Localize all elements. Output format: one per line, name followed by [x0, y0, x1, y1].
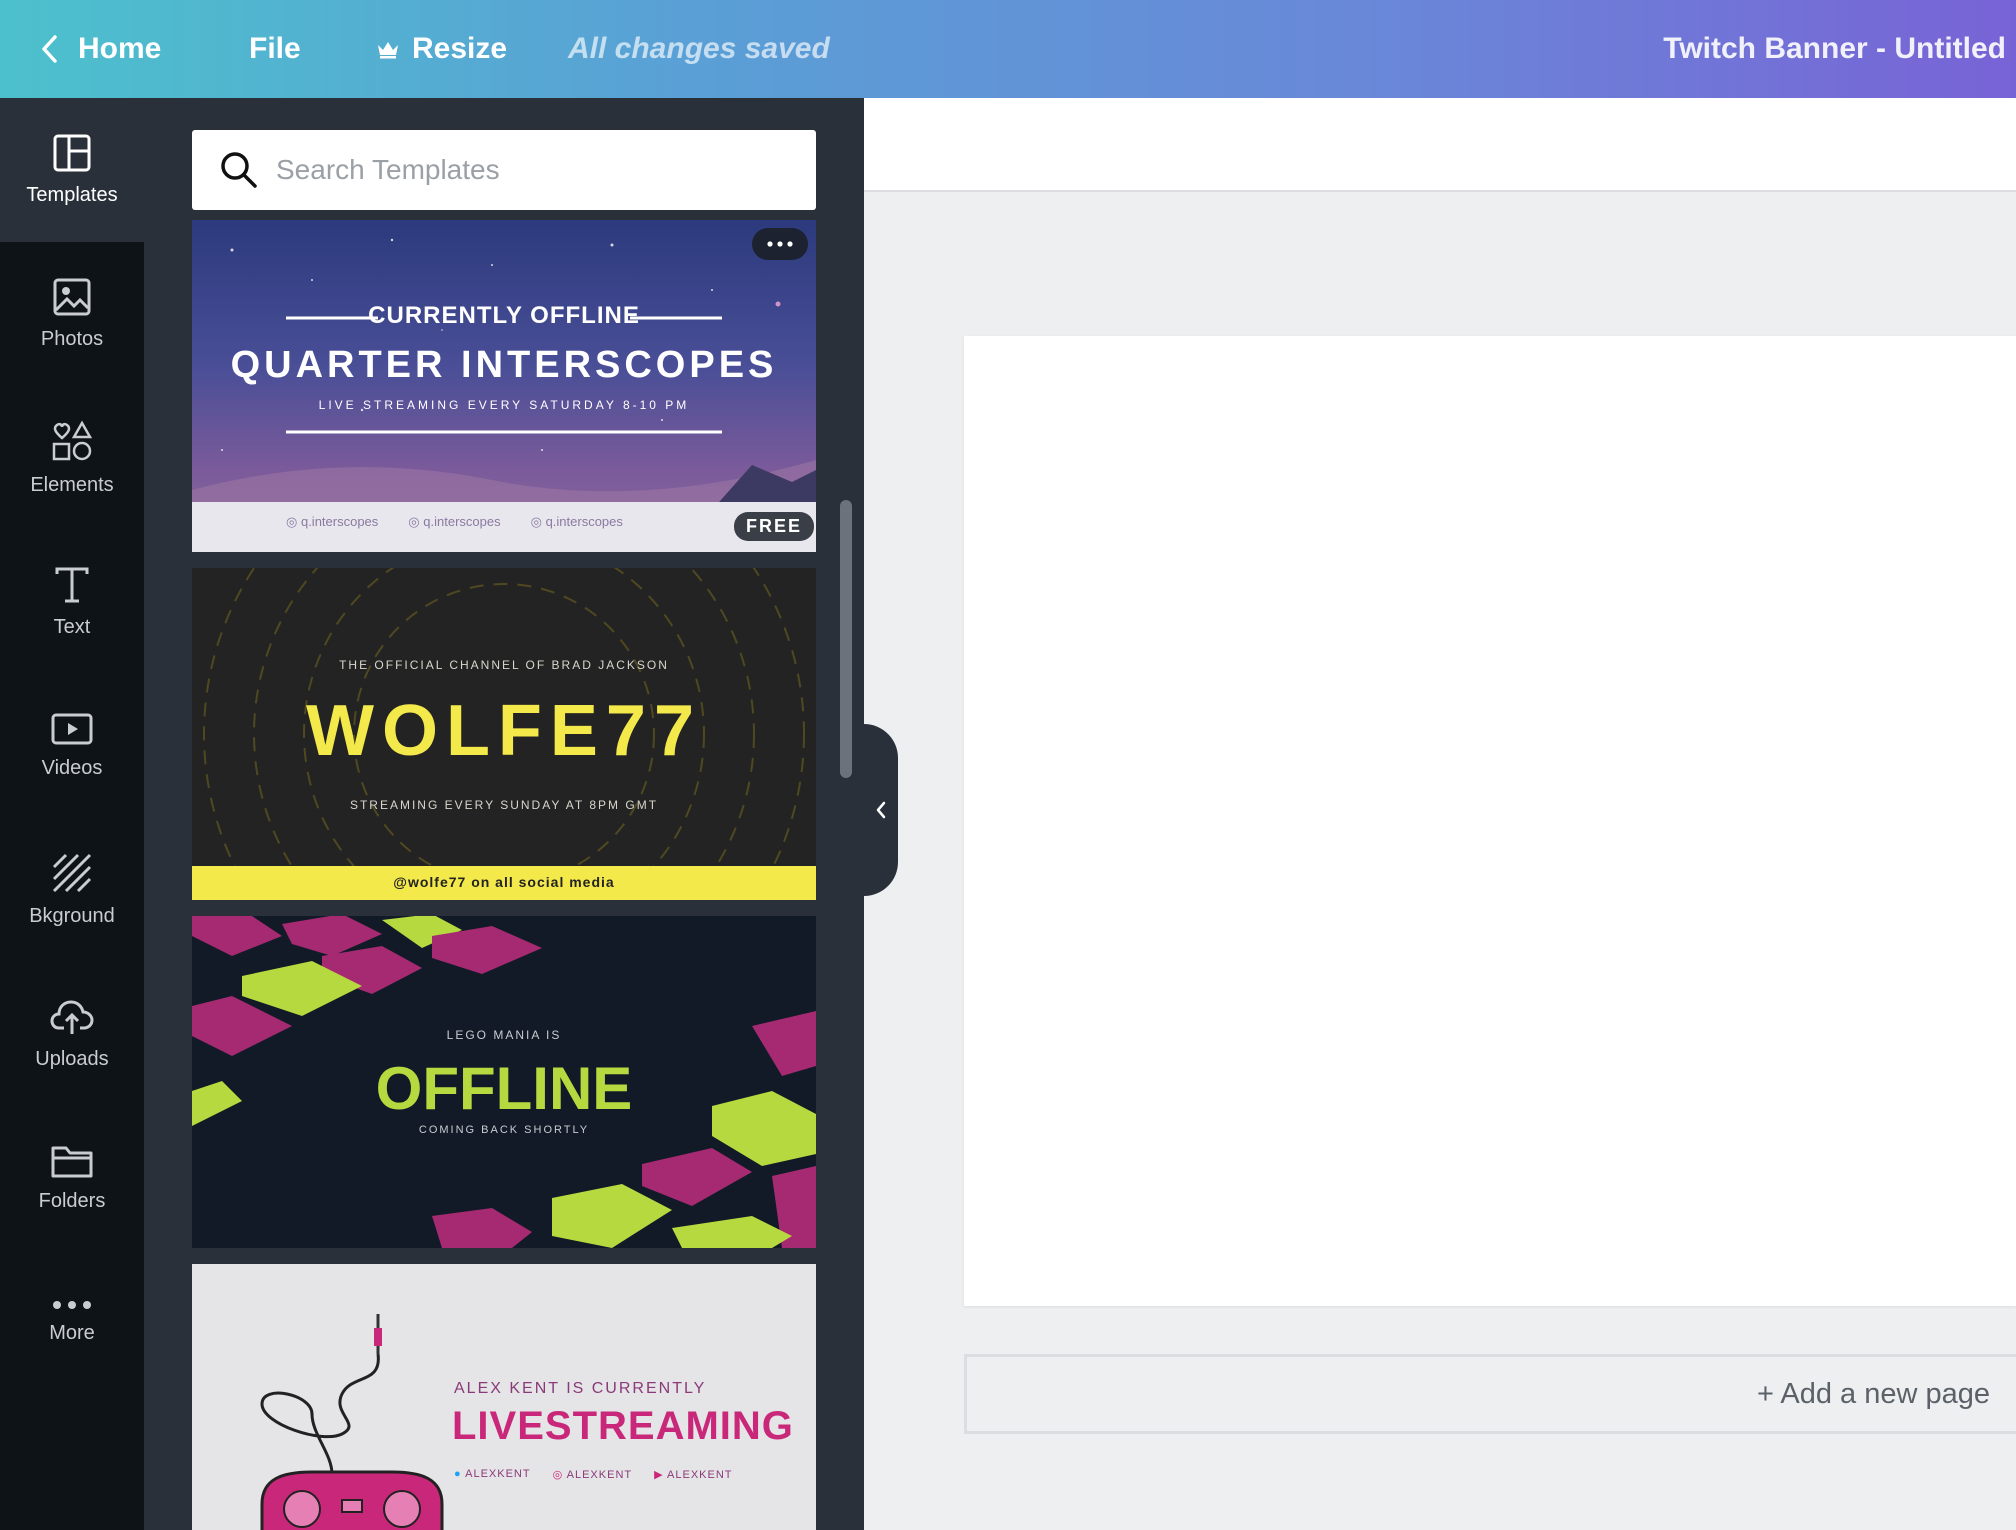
- rail-item-photos[interactable]: Photos: [0, 242, 144, 386]
- rail-label: Uploads: [35, 1047, 109, 1070]
- template-card-quarter-interscopes[interactable]: CURRENTLY OFFLINE QUARTER INTERSCOPES LI…: [192, 220, 816, 552]
- rail-item-templates[interactable]: Templates: [0, 98, 144, 242]
- rail-item-more[interactable]: More: [0, 1250, 144, 1394]
- template-footer: @wolfe77 on all social media: [393, 874, 615, 890]
- rail-label: Videos: [41, 756, 103, 779]
- rail-label: Photos: [40, 327, 104, 350]
- chevron-left-icon: [42, 35, 57, 63]
- template-headline: LEGO MANIA IS: [446, 1028, 562, 1042]
- ellipsis-icon: [767, 241, 793, 247]
- elements-icon: [52, 419, 93, 460]
- upload-icon: [50, 999, 94, 1034]
- search-box: [192, 130, 816, 210]
- template-title: WOLFE77: [305, 691, 703, 771]
- templates-icon: [53, 134, 91, 171]
- rail-label: Elements: [30, 473, 114, 496]
- background-icon: [52, 853, 92, 892]
- template-socials: ● ALEXKENT ◎ ALEXKENT ▶ ALEXKENT: [454, 1468, 733, 1481]
- rail-label: Text: [53, 615, 91, 638]
- template-subtitle: LIVE STREAMING EVERY SATURDAY 8-10 PM: [318, 398, 690, 412]
- template-headline: THE OFFICIAL CHANNEL OF BRAD JACKSON: [339, 658, 669, 672]
- text-icon: [55, 567, 89, 602]
- rail-item-elements[interactable]: Elements: [0, 386, 144, 530]
- rail-label: Templates: [26, 183, 118, 206]
- search-input[interactable]: [276, 154, 796, 186]
- social-handle: ◎ q.interscopes: [530, 514, 623, 529]
- template-title: LIVESTREAMING: [452, 1404, 794, 1448]
- template-headline: ALEX KENT IS CURRENTLY: [454, 1380, 707, 1397]
- template-card-alex-kent[interactable]: ALEX KENT IS CURRENTLY LIVESTREAMING ● A…: [192, 1264, 816, 1530]
- social-handle: ◎ ALEXKENT: [552, 1469, 633, 1481]
- template-headline: CURRENTLY OFFLINE: [368, 302, 640, 329]
- rail-item-background[interactable]: Bkground: [0, 818, 144, 962]
- template-title: OFFLINE: [375, 1055, 633, 1122]
- add-page-button[interactable]: + Add a new page: [964, 1354, 2016, 1434]
- template-subtitle: STREAMING EVERY SUNDAY AT 8PM GMT: [349, 798, 659, 812]
- document-title[interactable]: Twitch Banner - Untitled: [1663, 0, 2006, 98]
- rail-label: More: [49, 1321, 95, 1344]
- rail-label: Folders: [38, 1189, 106, 1212]
- template-socials: ◎ q.interscopes ◎ q.interscopes ◎ q.inte…: [192, 514, 816, 530]
- crown-icon: [378, 42, 398, 59]
- panel-scrollbar[interactable]: [840, 500, 852, 778]
- template-card-lego-mania[interactable]: LEGO MANIA IS OFFLINE COMING BACK SHORTL…: [192, 916, 816, 1248]
- chevron-left-icon: [876, 801, 886, 819]
- file-label: File: [249, 32, 301, 65]
- social-handle: ◎ q.interscopes: [286, 514, 379, 529]
- template-card-wolfe77[interactable]: THE OFFICIAL CHANNEL OF BRAD JACKSON WOL…: [192, 568, 816, 900]
- top-bar: Home File Resize All changes saved Twitc…: [0, 0, 2016, 98]
- more-icon: [53, 1300, 91, 1309]
- left-rail: Templates Photos Elements Text Videos Bk…: [0, 98, 144, 1530]
- editor-area: + Add a new page: [864, 98, 2016, 1530]
- home-label: Home: [78, 32, 162, 65]
- free-badge: FREE: [734, 512, 815, 541]
- folder-icon: [51, 1146, 93, 1177]
- resize-label: Resize: [412, 32, 508, 65]
- home-button[interactable]: Home: [40, 0, 161, 98]
- template-title: QUARTER INTERSCOPES: [230, 344, 778, 386]
- social-handle: ● ALEXKENT: [454, 1468, 531, 1480]
- photos-icon: [53, 278, 91, 315]
- rail-item-text[interactable]: Text: [0, 530, 144, 674]
- collapse-panel-button[interactable]: [864, 724, 898, 896]
- save-status: All changes saved: [568, 32, 830, 65]
- template-subtitle: COMING BACK SHORTLY: [418, 1124, 590, 1136]
- design-canvas[interactable]: [964, 336, 2016, 1306]
- rail-item-folders[interactable]: Folders: [0, 1106, 144, 1250]
- editor-toolbar: [864, 98, 2016, 192]
- rail-item-videos[interactable]: Videos: [0, 674, 144, 818]
- social-handle: ▶ ALEXKENT: [654, 1469, 733, 1481]
- templates-panel: CURRENTLY OFFLINE QUARTER INTERSCOPES LI…: [144, 98, 864, 1530]
- more-options-button[interactable]: [752, 228, 808, 260]
- file-menu-button[interactable]: File: [249, 0, 301, 98]
- rail-label: Bkground: [29, 904, 115, 927]
- rail-item-uploads[interactable]: Uploads: [0, 962, 144, 1106]
- resize-button[interactable]: Resize: [376, 0, 507, 98]
- videos-icon: [51, 713, 93, 744]
- social-handle: ◎ q.interscopes: [408, 514, 501, 529]
- search-icon: [221, 152, 257, 188]
